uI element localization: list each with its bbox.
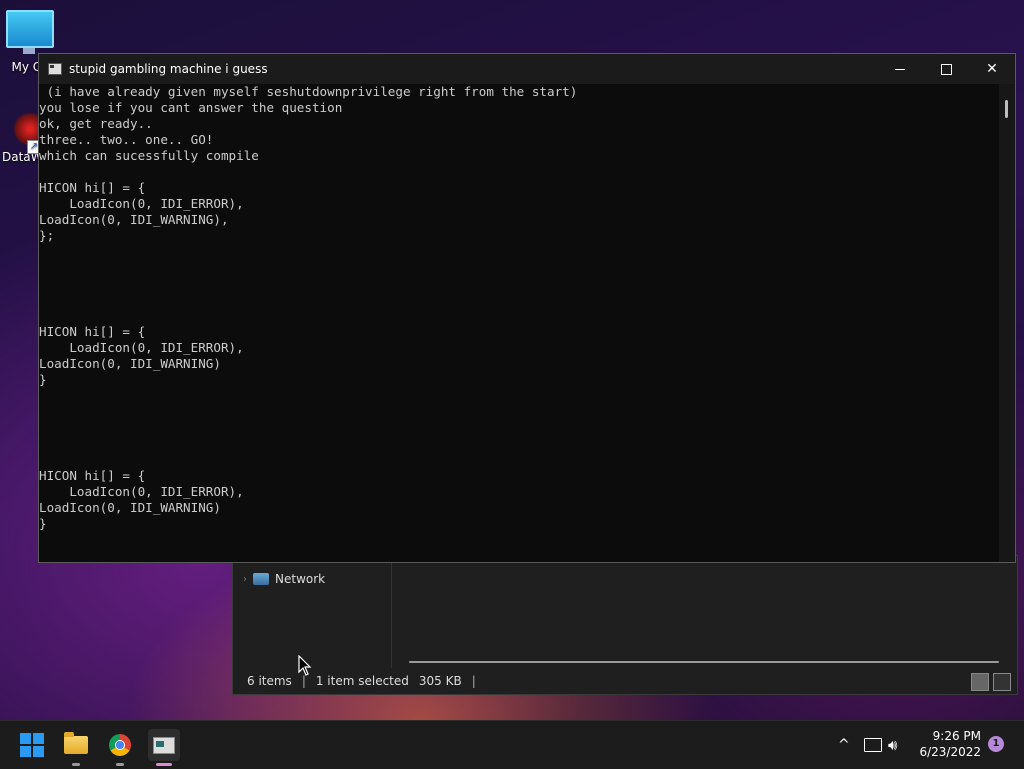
large-icons-view-button[interactable] (993, 673, 1011, 691)
taskbar-console[interactable] (148, 729, 180, 766)
console-output[interactable]: (i have already given myself seshutdownp… (39, 84, 999, 562)
notification-badge[interactable]: 1 (988, 736, 1004, 752)
file-explorer-window: › Network 6 items | 1 item selected 305 … (232, 555, 1018, 695)
minimize-button[interactable] (877, 54, 923, 84)
window-title: stupid gambling machine i guess (69, 62, 268, 76)
console-line: (i have already given myself seshutdownp… (39, 84, 578, 99)
console-line: ok, get ready.. (39, 116, 153, 131)
status-separator: | (471, 674, 476, 688)
clock[interactable]: 9:26 PM 6/23/2022 (915, 728, 981, 760)
console-line: which can sucessfully compile (39, 148, 259, 163)
console-line: LoadIcon(0, IDI_WARNING), (39, 212, 229, 227)
console-line: HICON hi[] = { (39, 468, 146, 483)
network-icon (864, 738, 882, 752)
mouse-cursor-icon (298, 655, 312, 676)
title-bar[interactable]: stupid gambling machine i guess ✕ (39, 54, 1015, 84)
close-icon: ✕ (986, 61, 998, 77)
chevron-right-icon[interactable]: › (243, 574, 247, 585)
console-window[interactable]: stupid gambling machine i guess ✕ (i hav… (38, 53, 1016, 563)
console-line: LoadIcon(0, IDI_ERROR), (39, 340, 244, 355)
monitor-icon (6, 10, 54, 54)
console-app-icon[interactable] (48, 63, 62, 75)
taskbar-file-explorer[interactable] (60, 729, 92, 766)
taskbar-chrome[interactable] (104, 729, 136, 766)
nav-item-label: Network (275, 572, 326, 586)
taskbar: ^ 🔊︎ 9:26 PM 6/23/2022 (0, 720, 1024, 769)
details-view-button[interactable] (971, 673, 989, 691)
close-button[interactable]: ✕ (969, 54, 1015, 84)
vertical-scrollbar[interactable] (999, 84, 1015, 562)
chevron-up-icon: ^ (838, 737, 850, 753)
console-line: HICON hi[] = { (39, 180, 146, 195)
show-hidden-icons-button[interactable]: ^ (838, 721, 850, 769)
clock-date: 6/23/2022 (919, 745, 981, 759)
console-line: } (39, 372, 47, 387)
nav-item-network[interactable]: › Network (243, 572, 325, 586)
console-line: LoadIcon(0, IDI_WARNING) (39, 500, 221, 515)
status-bar: 6 items | 1 item selected 305 KB | (233, 668, 1017, 694)
horizontal-scrollbar[interactable] (409, 661, 999, 663)
console-line: you lose if you cant answer the question (39, 100, 343, 115)
chrome-icon (109, 734, 131, 756)
console-line: }; (39, 228, 55, 243)
minimize-icon (895, 68, 905, 70)
console-line: LoadIcon(0, IDI_ERROR), (39, 484, 244, 499)
clock-time: 9:26 PM (932, 729, 981, 743)
selection-info: 1 item selected (315, 674, 409, 688)
start-button[interactable] (16, 729, 48, 761)
scrollbar-thumb[interactable] (1005, 100, 1008, 118)
console-line: LoadIcon(0, IDI_ERROR), (39, 196, 244, 211)
items-count: 6 items (247, 674, 292, 688)
file-explorer-icon (64, 732, 88, 754)
network-tray-button[interactable] (864, 721, 882, 769)
selection-size: 305 KB (418, 674, 462, 688)
start-icon (20, 733, 44, 757)
maximize-icon (940, 63, 952, 75)
volume-tray-button[interactable]: 🔊︎ (888, 721, 897, 769)
console-line: LoadIcon(0, IDI_WARNING) (39, 356, 221, 371)
console-line: three.. two.. one.. GO! (39, 132, 214, 147)
navigation-pane: › Network (233, 556, 392, 668)
console-line: HICON hi[] = { (39, 324, 146, 339)
volume-icon: 🔊︎ (888, 736, 898, 754)
console-line: } (39, 516, 47, 531)
network-icon (253, 573, 269, 585)
maximize-button[interactable] (923, 54, 969, 84)
console-icon (153, 736, 175, 754)
